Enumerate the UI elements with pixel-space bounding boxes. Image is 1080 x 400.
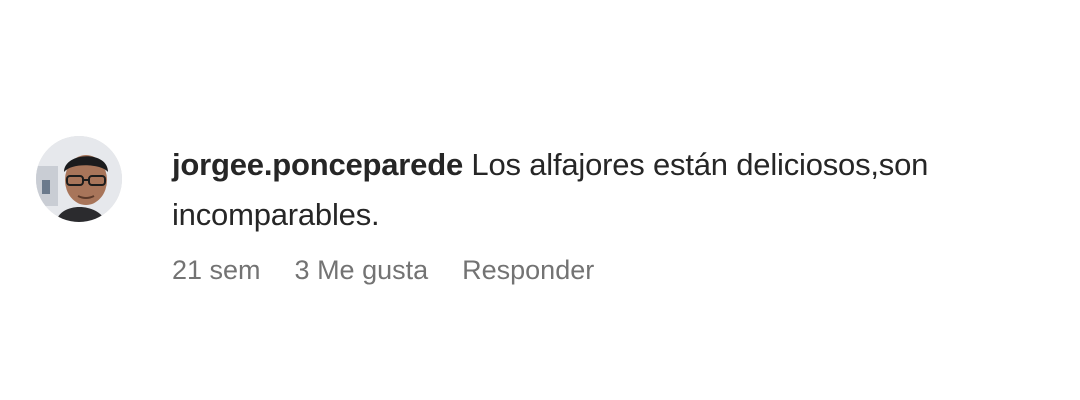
comment: jorgee.ponceparede Los alfajores están d…	[36, 136, 1076, 290]
comment-meta: 21 sem 3 Me gusta Responder	[172, 250, 1072, 290]
comment-timestamp[interactable]: 21 sem	[172, 250, 261, 290]
likes-count[interactable]: 3 Me gusta	[295, 250, 429, 290]
comment-body: jorgee.ponceparede Los alfajores están d…	[172, 140, 1072, 290]
avatar[interactable]	[36, 136, 122, 222]
avatar-photo-icon	[36, 136, 122, 222]
username-link[interactable]: jorgee.ponceparede	[172, 147, 463, 182]
reply-button[interactable]: Responder	[462, 250, 594, 290]
comment-text-block: jorgee.ponceparede Los alfajores están d…	[172, 140, 1072, 240]
